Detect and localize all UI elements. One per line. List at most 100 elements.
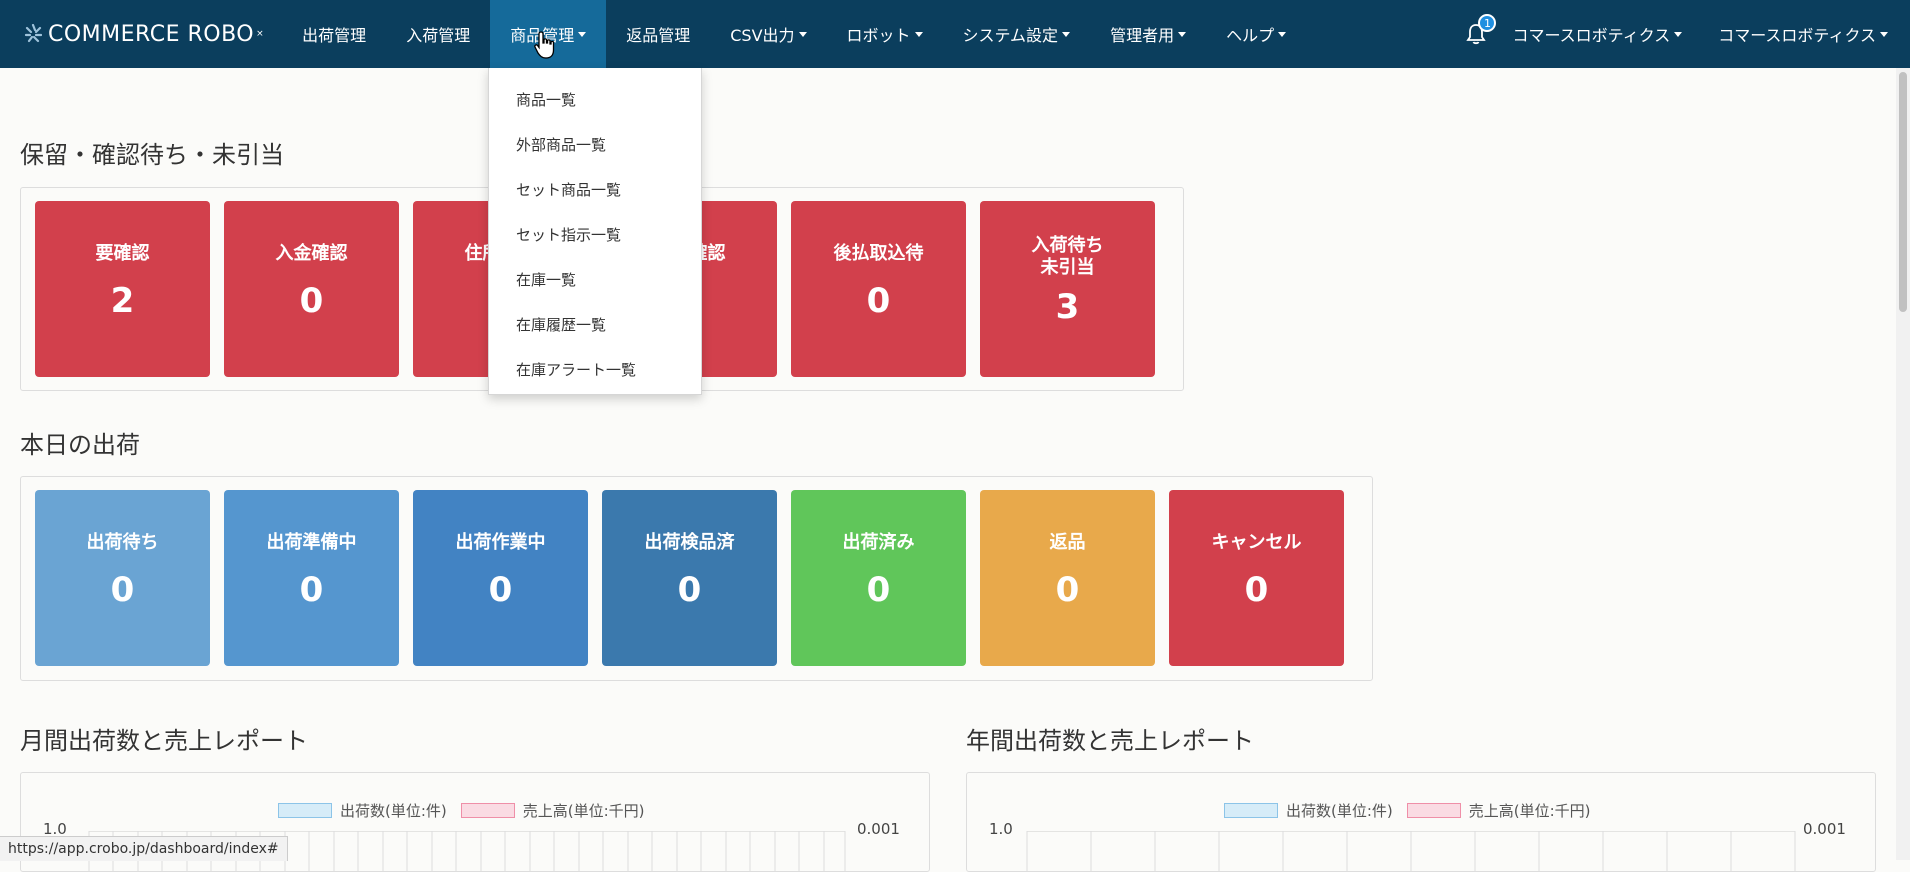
status-card-awaiting-arrival[interactable]: 入荷待ち 未引当 3 xyxy=(980,201,1155,377)
status-card-returns[interactable]: 返品 0 xyxy=(980,490,1155,666)
pending-section-title: 保留・確認待ち・未引当 xyxy=(20,141,284,169)
card-value: 0 xyxy=(866,281,891,321)
legend-label-sales: 売上高(単位:千円) xyxy=(1468,802,1591,820)
logo-mark-icon xyxy=(24,24,42,43)
menu-item-set-instructions[interactable]: セット指示一覧 xyxy=(489,213,701,258)
monthly-legend: 出荷数(単位:件) 売上高(単位:千円) xyxy=(278,800,645,821)
card-value: 0 xyxy=(866,570,891,610)
logo-superscript: × xyxy=(256,29,265,39)
yearly-chart-panel: 出荷数(単位:件) 売上高(単位:千円) 1.0 0.001 xyxy=(966,772,1876,872)
menu-item-set-products[interactable]: セット商品一覧 xyxy=(489,168,701,213)
nav-right: 1 コマースロボティクス コマースロボティクス xyxy=(1456,0,1910,68)
page-scrollbar[interactable] xyxy=(1896,68,1910,860)
nav-admin[interactable]: 管理者用 xyxy=(1090,0,1206,68)
menu-item-inventory-history[interactable]: 在庫履歴一覧 xyxy=(489,303,701,348)
legend-swatch-shipments xyxy=(278,803,332,818)
nav-label: 管理者用 xyxy=(1110,26,1175,45)
card-value: 0 xyxy=(1244,570,1269,610)
today-panel: 出荷待ち 0 出荷準備中 0 出荷作業中 0 出荷検品済 0 出荷済み 0 返品… xyxy=(20,476,1373,681)
nav-label: ロボット xyxy=(846,26,911,45)
legend-label-shipments: 出荷数(単位:件) xyxy=(1286,802,1393,820)
caret-down-icon xyxy=(1178,31,1187,37)
top-navbar: COMMERCE ROBO × 出荷管理 入荷管理 商品管理 返品管理 CSV出… xyxy=(0,0,1910,68)
menu-item-external-products[interactable]: 外部商品一覧 xyxy=(489,123,701,168)
status-card-deferred-payment[interactable]: 後払取込待 0 xyxy=(791,201,966,377)
card-value: 0 xyxy=(1055,570,1080,610)
card-label-line1: 入荷待ち xyxy=(1031,235,1104,256)
nav-receiving[interactable]: 入荷管理 xyxy=(386,0,490,68)
scrollbar-thumb[interactable] xyxy=(1899,72,1907,312)
status-card-shipped[interactable]: 出荷済み 0 xyxy=(791,490,966,666)
card-label: 出荷済み xyxy=(842,532,915,553)
card-value: 0 xyxy=(110,570,135,610)
nav-shipping[interactable]: 出荷管理 xyxy=(282,0,386,68)
card-value: 3 xyxy=(1055,287,1080,327)
card-value: 2 xyxy=(110,281,135,321)
nav-label: 出荷管理 xyxy=(302,26,367,45)
menu-item-product-list[interactable]: 商品一覧 xyxy=(489,78,701,123)
card-label: 入金確認 xyxy=(275,243,348,264)
card-label: 要確認 xyxy=(95,243,150,264)
nav-help[interactable]: ヘルプ xyxy=(1206,0,1306,68)
status-card-preparing[interactable]: 出荷準備中 0 xyxy=(224,490,399,666)
menu-item-inventory[interactable]: 在庫一覧 xyxy=(489,258,701,303)
monthly-report-title: 月間出荷数と売上レポート xyxy=(20,727,308,755)
status-card-inspected[interactable]: 出荷検品済 0 xyxy=(602,490,777,666)
card-label: 出荷検品済 xyxy=(644,532,735,553)
products-dropdown-menu: 商品一覧 外部商品一覧 セット商品一覧 セット指示一覧 在庫一覧 在庫履歴一覧 … xyxy=(488,68,702,395)
yearly-legend: 出荷数(単位:件) 売上高(単位:千円) xyxy=(1224,800,1591,821)
user-menu-2[interactable]: コマースロボティクス xyxy=(1702,0,1910,68)
card-label: 入荷待ち 未引当 xyxy=(980,235,1155,279)
caret-down-icon xyxy=(914,31,923,37)
caret-down-icon xyxy=(1674,31,1683,37)
status-card-cancelled[interactable]: キャンセル 0 xyxy=(1169,490,1344,666)
legend-label-shipments: 出荷数(単位:件) xyxy=(340,802,447,820)
caret-down-icon xyxy=(798,31,807,37)
legend-label-sales: 売上高(単位:千円) xyxy=(522,802,645,820)
yearly-report-title: 年間出荷数と売上レポート xyxy=(966,727,1254,755)
notification-badge: 1 xyxy=(1478,14,1497,32)
card-label: 出荷待ち xyxy=(86,532,159,553)
legend-swatch-sales xyxy=(460,803,515,818)
user-menu-label: コマースロボティクス xyxy=(1512,26,1671,45)
nav-robot[interactable]: ロボット xyxy=(827,0,943,68)
card-value: 0 xyxy=(488,570,513,610)
legend-swatch-sales xyxy=(1406,803,1461,818)
card-value: 0 xyxy=(677,570,702,610)
caret-down-icon xyxy=(1278,31,1287,37)
card-label: 返品 xyxy=(1049,532,1086,553)
yearly-chart-grid xyxy=(1026,831,1796,871)
logo-text: COMMERCE ROBO xyxy=(48,21,255,47)
nav-csv-export[interactable]: CSV出力 xyxy=(710,0,826,68)
status-card-payment-check[interactable]: 入金確認 0 xyxy=(224,201,399,377)
status-card-needs-review[interactable]: 要確認 2 xyxy=(35,201,210,377)
user-menu-1[interactable]: コマースロボティクス xyxy=(1512,0,1702,68)
card-label: 後払取込待 xyxy=(833,243,924,264)
brand-logo[interactable]: COMMERCE ROBO × xyxy=(24,22,264,47)
status-bar-url: https://app.crobo.jp/dashboard/index# xyxy=(0,836,288,861)
nav-returns[interactable]: 返品管理 xyxy=(606,0,710,68)
nav-label: CSV出力 xyxy=(730,26,795,45)
nav-label: システム設定 xyxy=(962,26,1059,45)
card-label-line2: 未引当 xyxy=(1040,257,1095,278)
caret-down-icon xyxy=(1880,31,1888,37)
caret-down-icon xyxy=(1062,31,1071,37)
status-card-in-progress[interactable]: 出荷作業中 0 xyxy=(413,490,588,666)
notifications-button[interactable]: 1 xyxy=(1456,0,1497,68)
caret-down-icon xyxy=(578,31,587,37)
user-menu-label: コマースロボティクス xyxy=(1718,26,1876,45)
card-label: 出荷準備中 xyxy=(266,532,357,553)
status-card-waiting[interactable]: 出荷待ち 0 xyxy=(35,490,210,666)
menu-item-inventory-alerts[interactable]: 在庫アラート一覧 xyxy=(489,348,701,393)
card-label: キャンセル xyxy=(1211,532,1302,553)
nav-system-settings[interactable]: システム設定 xyxy=(943,0,1091,68)
card-value: 0 xyxy=(299,281,324,321)
nav-label: ヘルプ xyxy=(1226,26,1275,45)
nav-label: 返品管理 xyxy=(626,26,691,45)
nav-label: 入荷管理 xyxy=(406,26,471,45)
today-section-title: 本日の出荷 xyxy=(20,431,140,459)
legend-swatch-shipments xyxy=(1224,803,1278,818)
card-value: 0 xyxy=(299,570,324,610)
hand-cursor-icon xyxy=(534,31,555,59)
card-label: 出荷作業中 xyxy=(455,532,546,553)
